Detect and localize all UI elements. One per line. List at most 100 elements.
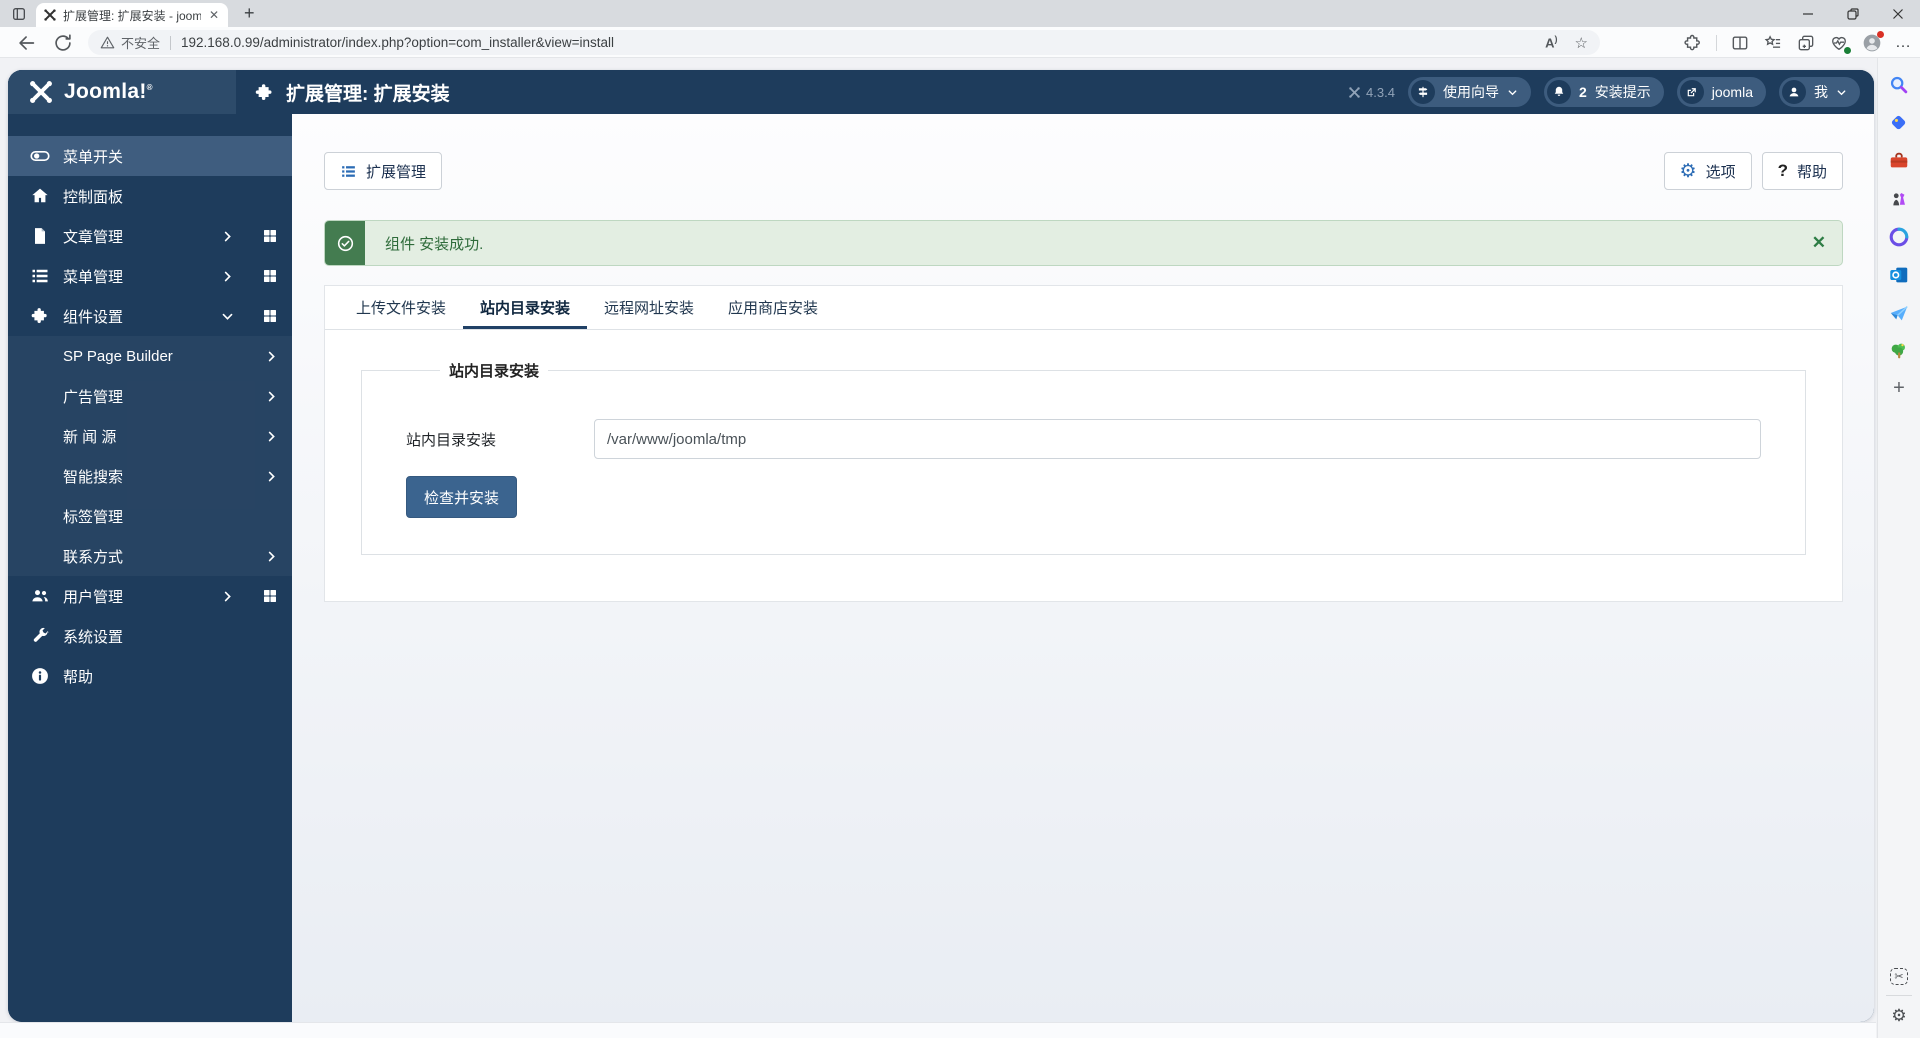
home-icon	[30, 186, 50, 206]
check-and-install-button[interactable]: 检查并安装	[406, 476, 518, 518]
window-restore-button[interactable]	[1830, 0, 1875, 27]
browser-toolbar: 不安全 192.168.0.99/administrator/index.php…	[0, 27, 1920, 58]
alert-close-icon[interactable]: ✕	[1812, 233, 1842, 253]
profile-avatar[interactable]	[1862, 30, 1884, 53]
notification-count-badge: 2	[1578, 84, 1587, 100]
toolbox-icon[interactable]	[1888, 150, 1910, 172]
tab-install-from-url[interactable]: 远程网址安装	[587, 286, 711, 329]
user-menu-button[interactable]: 我	[1779, 77, 1860, 107]
sidebar-item-banners[interactable]: 广告管理	[8, 376, 292, 416]
page-url: 192.168.0.99/administrator/index.php?opt…	[181, 35, 615, 50]
chevron-right-icon	[265, 470, 278, 483]
sidebar-item-smart-search[interactable]: 智能搜索	[8, 456, 292, 496]
alert-message: 组件 安装成功.	[385, 235, 484, 253]
manage-extensions-button[interactable]: 扩展管理	[324, 152, 443, 190]
list-icon	[30, 266, 50, 286]
tab-install-from-web[interactable]: 应用商店安装	[711, 286, 835, 329]
joomla-admin-window: Joomla!® 扩展管理: 扩展安装 4.3.4 使用向导 2 安装提示 jo…	[8, 70, 1874, 1022]
sidebar-item-menus[interactable]: 菜单管理	[8, 256, 292, 296]
chevron-right-icon[interactable]	[221, 230, 234, 243]
sidebar-item-help[interactable]: 帮助	[8, 656, 292, 696]
rail-divider	[1886, 995, 1912, 996]
microsoft-365-icon[interactable]	[1888, 226, 1910, 248]
security-label: 不安全	[121, 36, 161, 51]
browser-menu-icon[interactable]: …	[1895, 34, 1912, 52]
tab-copy-icon[interactable]	[1796, 33, 1816, 53]
extensions-icon[interactable]	[1683, 33, 1703, 53]
browser-tab[interactable]: 扩展管理: 扩展安装 - joomla - 后 ✕	[36, 3, 228, 27]
info-icon	[30, 666, 50, 686]
tree-icon[interactable]	[1888, 340, 1910, 362]
tab-workspaces-icon[interactable]	[11, 6, 27, 22]
add-sidebar-app-icon[interactable]: +	[1893, 378, 1905, 398]
shopping-icon[interactable]	[1888, 112, 1910, 134]
install-folder-input[interactable]	[594, 419, 1761, 459]
guided-tour-button[interactable]: 使用向导	[1407, 77, 1531, 107]
edge-sidebar: + ✂ ⚙	[1877, 58, 1920, 1038]
wrench-icon	[30, 626, 50, 646]
sidebar-item-menu-toggle[interactable]: 菜单开关	[8, 136, 292, 176]
chevron-down-icon[interactable]	[221, 310, 234, 323]
dashboard-grid-icon[interactable]	[262, 268, 278, 284]
split-screen-icon[interactable]	[1730, 33, 1750, 53]
search-icon[interactable]	[1888, 74, 1910, 96]
site-security-chip[interactable]: 不安全	[100, 33, 160, 52]
collections-icon[interactable]	[1763, 33, 1783, 53]
chevron-right-icon[interactable]	[221, 590, 234, 603]
sidebar-item-contacts[interactable]: 联系方式	[8, 536, 292, 576]
help-button[interactable]: ? 帮助	[1761, 152, 1843, 190]
favorite-star-icon[interactable]: ☆	[1575, 34, 1588, 52]
joomla-logo[interactable]: Joomla!®	[8, 70, 236, 114]
tab-close-icon[interactable]: ✕	[207, 8, 221, 22]
designer-icon[interactable]	[1888, 302, 1910, 324]
sidebar-item-components[interactable]: 组件设置	[8, 296, 292, 336]
address-bar[interactable]: 不安全 192.168.0.99/administrator/index.php…	[88, 30, 1600, 55]
sidebar-item-system[interactable]: 系统设置	[8, 616, 292, 656]
page-title: 扩展管理: 扩展安装	[236, 70, 450, 114]
view-site-button[interactable]: joomla	[1676, 77, 1766, 107]
refresh-button[interactable]	[52, 32, 74, 54]
sidebar-item-content[interactable]: 文章管理	[8, 216, 292, 256]
address-divider	[170, 35, 172, 50]
games-icon[interactable]	[1888, 188, 1910, 210]
components-submenu: SP Page Builder 广告管理 新 闻 源 智能搜索 标签管理 联系方…	[8, 336, 292, 576]
sidebar-item-tags[interactable]: 标签管理	[8, 496, 292, 536]
question-icon: ?	[1777, 161, 1788, 180]
gear-icon: ⚙	[1679, 160, 1697, 182]
sidebar-item-users[interactable]: 用户管理	[8, 576, 292, 616]
sidebar-item-dashboard[interactable]: 控制面板	[8, 176, 292, 216]
signpost-icon	[1410, 80, 1435, 104]
outlook-icon[interactable]	[1888, 264, 1910, 286]
dashboard-grid-icon[interactable]	[262, 228, 278, 244]
installer-card: 上传文件安装 站内目录安装 远程网址安装 应用商店安装 站内目录安装 站内目录安…	[324, 285, 1843, 602]
joomla-logo-icon	[28, 79, 54, 105]
user-icon	[1782, 80, 1806, 104]
users-icon	[30, 586, 50, 606]
dashboard-grid-icon[interactable]	[262, 308, 278, 324]
warning-icon	[100, 36, 115, 49]
dashboard-grid-icon[interactable]	[262, 588, 278, 604]
read-aloud-icon[interactable]: A)	[1545, 34, 1557, 50]
main-content: 扩展管理 ⚙ 选项 ? 帮助 组件 安装成功. ✕ 上传文件安装 站内目录安装 …	[292, 114, 1874, 1022]
screenshot-icon[interactable]: ✂	[1890, 968, 1908, 985]
sidebar-item-sp-page-builder[interactable]: SP Page Builder	[8, 336, 292, 376]
window-minimize-button[interactable]	[1785, 0, 1830, 27]
chevron-right-icon	[265, 350, 278, 363]
tab-install-from-folder[interactable]: 站内目录安装	[463, 286, 588, 329]
sidebar-item-news-feeds[interactable]: 新 闻 源	[8, 416, 292, 456]
logo-text: Joomla!®	[64, 80, 153, 103]
back-button[interactable]	[16, 32, 38, 54]
essentials-status-dot	[1843, 45, 1852, 55]
notifications-button[interactable]: 2 安装提示	[1543, 77, 1664, 107]
document-icon	[30, 226, 50, 246]
window-close-button[interactable]	[1875, 0, 1920, 27]
sidebar-settings-icon[interactable]: ⚙	[1891, 1006, 1906, 1026]
check-circle-icon	[337, 235, 353, 251]
toggle-icon	[30, 146, 50, 166]
new-tab-button[interactable]: +	[238, 1, 261, 26]
browser-essentials-icon[interactable]	[1829, 33, 1852, 55]
tab-upload-package[interactable]: 上传文件安装	[339, 286, 463, 329]
bell-icon	[1546, 80, 1571, 104]
chevron-right-icon[interactable]	[221, 270, 234, 283]
options-button[interactable]: ⚙ 选项	[1663, 152, 1752, 190]
